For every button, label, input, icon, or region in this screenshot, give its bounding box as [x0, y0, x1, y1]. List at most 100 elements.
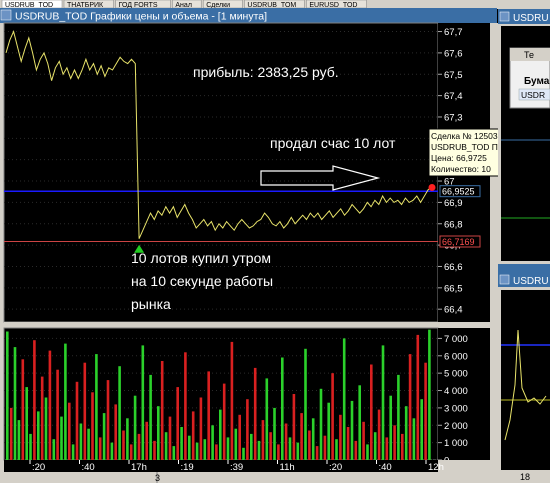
- volume-bar: [389, 395, 392, 460]
- inner-table-cell-text: USDR: [521, 90, 545, 100]
- panel-splitter[interactable]: [4, 322, 490, 328]
- volume-bar: [222, 383, 226, 460]
- volume-bar: [335, 439, 338, 460]
- horizontal-scrollbar[interactable]: [4, 472, 438, 483]
- tab-strip: USDRUB_TOD ТНАТБРИК ГОД FORTS Анал Сделки USD…: [1, 0, 367, 9]
- time-tick-label: 17h: [131, 462, 147, 473]
- time-tick-label: :20: [32, 462, 45, 473]
- volume-bar: [199, 397, 203, 460]
- volume-bar: [126, 418, 129, 460]
- right-bottom-window-chart: [501, 290, 550, 470]
- volume-bar: [164, 432, 168, 460]
- inner-table-title: Те: [524, 50, 534, 60]
- volume-bar: [122, 430, 125, 460]
- volume-bar: [327, 402, 330, 460]
- volume-bar: [277, 444, 280, 460]
- buy-price-label: 66,7169: [442, 237, 475, 247]
- tooltip-price: Цена: 66,9725: [431, 153, 487, 163]
- time-tick-label: :19: [181, 462, 194, 473]
- volume-bar: [370, 364, 373, 460]
- volume-bar: [160, 361, 164, 460]
- volume-tick-label: 5 000: [444, 369, 468, 380]
- sold-annotation: продал счас 10 лот: [270, 135, 396, 151]
- volume-bar: [79, 423, 83, 460]
- volume-bar: [393, 425, 396, 460]
- volume-tick-label: 3 000: [444, 403, 468, 414]
- window-title: USDRUB_TOD Графики цены и объема - [1 ми…: [15, 11, 267, 23]
- volume-bar: [397, 374, 400, 460]
- volume-bar: [226, 437, 230, 460]
- window-app-icon: [0, 9, 12, 21]
- price-tick-label: 66,5: [444, 283, 463, 294]
- volume-tick-label: 2 000: [444, 421, 468, 432]
- volume-bar: [261, 420, 265, 460]
- tab-label-2: ГОД FORTS: [119, 2, 158, 9]
- volume-bar: [153, 440, 156, 460]
- price-tick-label: 67,7: [444, 27, 463, 38]
- volume-bar: [114, 404, 117, 460]
- volume-bar: [308, 430, 311, 460]
- volume-tick-label: 6 000: [444, 351, 468, 362]
- volume-bar: [366, 444, 369, 460]
- volume-bar: [319, 388, 323, 460]
- inner-table-header: Бума: [524, 76, 550, 87]
- volume-bar: [385, 437, 389, 460]
- trading-terminal-screen: USDRUB_TOD ТНАТБРИК ГОД FORTS Анал Сделки USD…: [0, 0, 550, 483]
- volume-bar: [296, 442, 300, 460]
- volume-bar: [315, 446, 319, 460]
- price-tick-label: 66,8: [444, 219, 463, 230]
- volume-bar: [377, 409, 381, 460]
- volume-bar: [106, 380, 110, 460]
- volume-bar: [52, 439, 56, 460]
- volume-bar: [37, 411, 40, 460]
- volume-bar: [75, 381, 79, 460]
- volume-bar: [238, 414, 241, 460]
- volume-bar: [110, 442, 114, 460]
- tab-label-4: Сделки: [206, 2, 230, 9]
- volume-bar: [13, 347, 17, 460]
- volume-bar: [401, 433, 404, 460]
- tab-label-3: Анал: [175, 2, 192, 9]
- volume-tick-label: 7 000: [444, 334, 468, 345]
- volume-tick-label: 1 000: [444, 438, 468, 449]
- volume-bar: [129, 444, 133, 460]
- volume-bar: [184, 352, 187, 460]
- right-bottom-window-icon: [499, 274, 510, 285]
- volume-bar: [40, 376, 44, 460]
- tab-label-5: USDRUB_TOM: [247, 2, 296, 9]
- volume-bar: [269, 432, 272, 460]
- volume-bar: [211, 425, 214, 460]
- bought-annotation-line2: на 10 секунде работы: [131, 273, 273, 289]
- volume-bar: [207, 371, 210, 460]
- volume-bar: [373, 432, 377, 460]
- volume-bar: [102, 413, 106, 460]
- volume-bar: [145, 421, 148, 460]
- time-tick-label: :20: [329, 462, 342, 473]
- price-tick-label: 67,3: [444, 112, 463, 123]
- price-tick-label: 66,9: [444, 198, 463, 209]
- volume-bar: [133, 395, 137, 460]
- volume-bar: [157, 406, 160, 460]
- volume-bar: [56, 369, 59, 460]
- volume-bar: [172, 446, 176, 460]
- volume-bar: [191, 411, 195, 460]
- volume-bar: [246, 399, 249, 460]
- window-right-frame[interactable]: [490, 23, 498, 483]
- bought-annotation-line3: рынка: [131, 296, 171, 312]
- volume-bar: [6, 331, 9, 460]
- time-tick-label: 12h: [428, 462, 444, 473]
- volume-bar: [71, 444, 75, 460]
- right-bottom-time-label: 18: [520, 472, 530, 482]
- right-top-window-icon: [499, 11, 510, 22]
- volume-bar: [420, 399, 423, 460]
- window-left-frame: [0, 23, 4, 483]
- sell-trade-marker[interactable]: [428, 183, 436, 191]
- time-axis-strip: [4, 460, 438, 472]
- volume-bar: [44, 397, 48, 460]
- volume-bar: [219, 409, 222, 460]
- time-axis-day-label: 3: [155, 473, 160, 483]
- price-tick-label: 66,6: [444, 262, 463, 273]
- volume-bar: [288, 437, 292, 460]
- volume-bar: [311, 418, 315, 460]
- right-top-window-title: USDRU: [513, 13, 549, 24]
